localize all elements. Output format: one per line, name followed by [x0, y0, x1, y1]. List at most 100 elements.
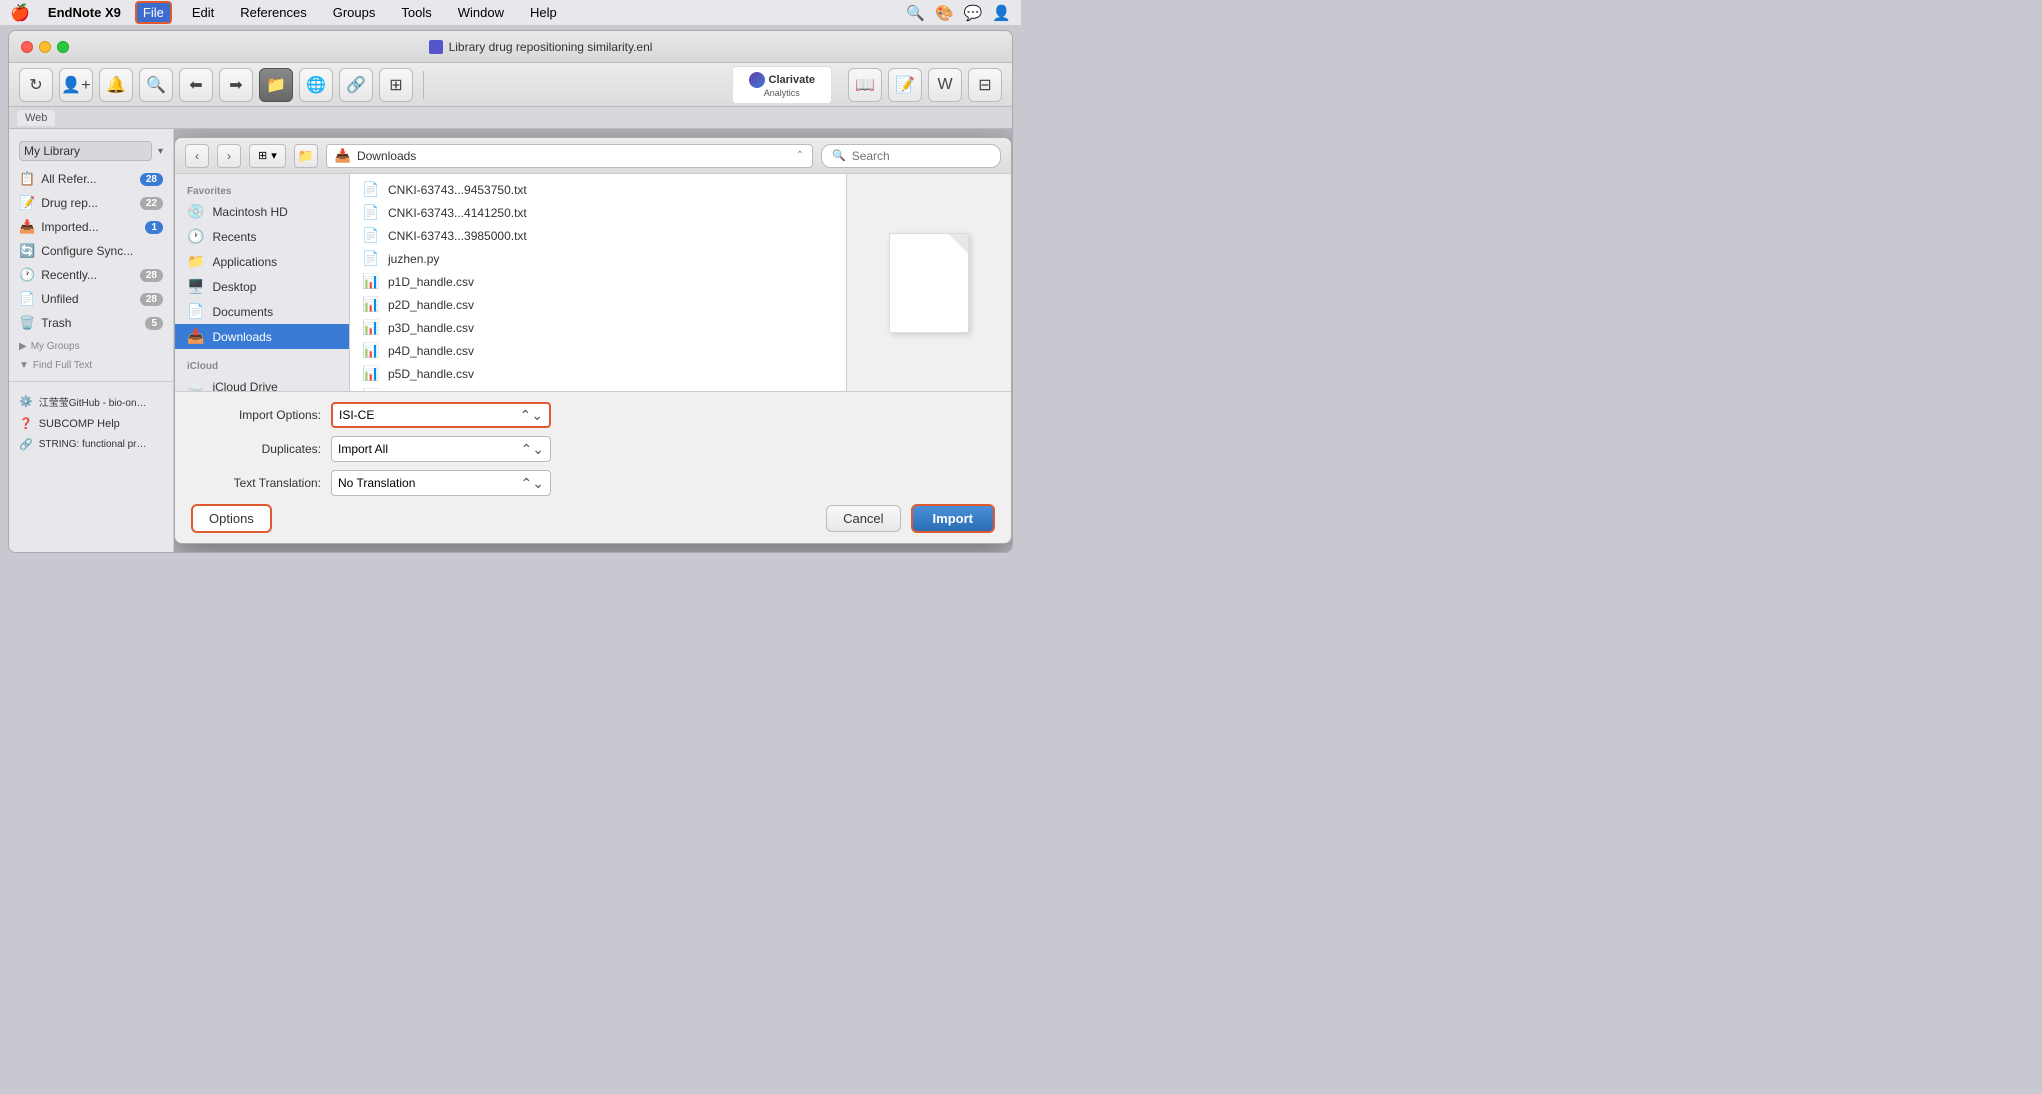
layout-button[interactable]: ⊞ — [379, 68, 413, 102]
file-icon-cnki3: 📄 — [362, 227, 380, 244]
search-button[interactable]: 🔍 — [139, 68, 173, 102]
search-input[interactable] — [852, 149, 972, 163]
file-item-p1d[interactable]: 📊 p1D_handle.csv — [350, 270, 846, 293]
sidebar-recents[interactable]: 🕐 Recents — [175, 224, 349, 249]
search-icon[interactable]: 🔍 — [906, 4, 925, 22]
web-tab-bar: Web — [9, 107, 1012, 129]
view-mode-button[interactable]: ⊞ ▾ — [249, 144, 286, 168]
app-name: EndNote X9 — [48, 5, 121, 20]
file-name-cnki3: CNKI-63743...3985000.txt — [388, 229, 834, 243]
menu-edit[interactable]: Edit — [186, 3, 220, 22]
sidebar-applications[interactable]: 📁 Applications — [175, 249, 349, 274]
file-icon-p2d: 📊 — [362, 296, 380, 313]
options-button[interactable]: Options — [191, 504, 272, 533]
my-groups-section[interactable]: ▶ My Groups — [9, 335, 173, 354]
cancel-button[interactable]: Cancel — [826, 505, 900, 532]
location-icon: 📥 — [335, 148, 351, 164]
nav-forward-button[interactable]: › — [217, 144, 241, 168]
sidebar-bottom-item-3[interactable]: 🔗 STRING: functional protein — [9, 434, 173, 455]
sidebar-macintosh-hd[interactable]: 💿 Macintosh HD — [175, 199, 349, 224]
sidebar-bottom-item-1[interactable]: ⚙️ 江莹莹GitHub - bio-onto... — [9, 390, 173, 413]
online-search-button[interactable]: 🌐 — [299, 68, 333, 102]
file-item-p5d[interactable]: 📊 p5D_handle.csv — [350, 362, 846, 385]
web-tab[interactable]: Web — [17, 110, 55, 126]
file-item-cnki2[interactable]: 📄 CNKI-63743...4141250.txt — [350, 201, 846, 224]
nav-back-button[interactable]: ‹ — [185, 144, 209, 168]
clarivate-sub: Analytics — [764, 88, 800, 98]
file-icon-cnki1: 📄 — [362, 181, 380, 198]
sidebar-downloads[interactable]: 📥 Downloads — [175, 324, 349, 349]
text-translation-arrow: ⌃⌄ — [521, 475, 544, 492]
sync-button[interactable]: ↻ — [19, 68, 53, 102]
word-button[interactable]: W — [928, 68, 962, 102]
maximize-button[interactable] — [57, 41, 69, 53]
bibliography-button[interactable]: 📝 — [888, 68, 922, 102]
menu-help[interactable]: Help — [524, 3, 563, 22]
sidebar-item-recently[interactable]: 🕐 Recently... 28 — [9, 263, 173, 287]
sidebar-bottom-item-2[interactable]: ❓ SUBCOMP Help — [9, 413, 173, 434]
sidebar-item-trash[interactable]: 🗑️ Trash 5 — [9, 311, 173, 335]
recently-badge: 28 — [140, 269, 163, 282]
location-arrow: ⌃ — [796, 150, 804, 161]
sidebar-item-configure-sync[interactable]: 🔄 Configure Sync... — [9, 239, 173, 263]
import-options-select[interactable]: ISI-CE ⌃⌄ — [331, 402, 551, 428]
groups-button[interactable]: 🔗 — [339, 68, 373, 102]
file-item-p4d[interactable]: 📊 p4D_handle.csv — [350, 339, 846, 362]
file-icon-p3d: 📊 — [362, 319, 380, 336]
sidebar-item-all-references[interactable]: 📋 All Refer... 28 — [9, 167, 173, 191]
file-icon-p1d: 📊 — [362, 273, 380, 290]
add-reference-button[interactable]: 👤+ — [59, 68, 93, 102]
window-title: Library drug repositioning similarity.en… — [81, 40, 1000, 54]
file-item-p3d[interactable]: 📊 p3D_handle.csv — [350, 316, 846, 339]
sidebar-item-imported[interactable]: 📥 Imported... 1 — [9, 215, 173, 239]
sidebar-desktop[interactable]: 🖥️ Desktop — [175, 274, 349, 299]
sidebar: My Library ▾ 📋 All Refer... 28 📝 Drug re… — [9, 129, 174, 552]
duplicates-select[interactable]: Import All ⌃⌄ — [331, 436, 551, 462]
menu-groups[interactable]: Groups — [327, 3, 382, 22]
cite-button[interactable]: 📖 — [848, 68, 882, 102]
menubar: 🍎 EndNote X9 File Edit References Groups… — [0, 0, 1021, 26]
file-item-p2d[interactable]: 📊 p2D_handle.csv — [350, 293, 846, 316]
drug-rep-badge: 22 — [140, 197, 163, 210]
file-name-cnki2: CNKI-63743...4141250.txt — [388, 206, 834, 220]
import-options-arrow: ⌃⌄ — [520, 407, 543, 424]
text-translation-select[interactable]: No Translation ⌃⌄ — [331, 470, 551, 496]
layout-toggle-button[interactable]: ⊟ — [968, 68, 1002, 102]
creative-cloud-icon[interactable]: 🎨 — [935, 4, 954, 22]
notifications-button[interactable]: 🔔 — [99, 68, 133, 102]
text-translation-row: Text Translation: No Translation ⌃⌄ — [191, 470, 995, 496]
next-reference-button[interactable]: ➡ — [219, 68, 253, 102]
prev-reference-button[interactable]: ⬅ — [179, 68, 213, 102]
location-bar[interactable]: 📥 Downloads ⌃ — [326, 144, 813, 168]
view-mode-arrow: ▾ — [271, 149, 277, 162]
sidebar-spacer — [175, 349, 349, 357]
new-folder-button[interactable]: 📁 — [294, 144, 318, 168]
import-button[interactable]: Import — [911, 504, 995, 533]
duplicates-arrow: ⌃⌄ — [521, 441, 544, 458]
file-name-p5d: p5D_handle.csv — [388, 367, 834, 381]
file-item-cnki1[interactable]: 📄 CNKI-63743...9453750.txt — [350, 178, 846, 201]
file-item-juzhen[interactable]: 📄 juzhen.py — [350, 247, 846, 270]
sidebar-icloud-drive[interactable]: ☁️ iCloud Drive — [175, 374, 349, 391]
menu-tools[interactable]: Tools — [395, 3, 437, 22]
content-area: ‹ › ⊞ ▾ 📁 📥 Downloads ⌃ 🔍 — [174, 129, 1012, 552]
search-icon: 🔍 — [832, 149, 846, 162]
sidebar-item-unfiled[interactable]: 📄 Unfiled 28 — [9, 287, 173, 311]
file-item-cnki3[interactable]: 📄 CNKI-63743...3985000.txt — [350, 224, 846, 247]
sidebar-item-drug-rep[interactable]: 📝 Drug rep... 22 — [9, 191, 173, 215]
close-button[interactable] — [21, 41, 33, 53]
apple-menu-icon[interactable]: 🍎 — [10, 3, 30, 23]
user-icon[interactable]: 👤 — [992, 4, 1011, 22]
unfiled-badge: 28 — [140, 293, 163, 306]
search-bar[interactable]: 🔍 — [821, 144, 1001, 168]
minimize-button[interactable] — [39, 41, 51, 53]
local-library-button[interactable]: 📁 — [259, 68, 293, 102]
find-full-text-section[interactable]: ▼ Find Full Text — [9, 354, 173, 373]
sidebar-documents[interactable]: 📄 Documents — [175, 299, 349, 324]
wechat-icon[interactable]: 💬 — [964, 4, 983, 22]
drug-rep-icon: 📝 — [19, 195, 35, 211]
menu-references[interactable]: References — [234, 3, 312, 22]
menu-file[interactable]: File — [135, 1, 172, 24]
menu-window[interactable]: Window — [452, 3, 510, 22]
library-dropdown[interactable]: My Library — [19, 141, 152, 161]
